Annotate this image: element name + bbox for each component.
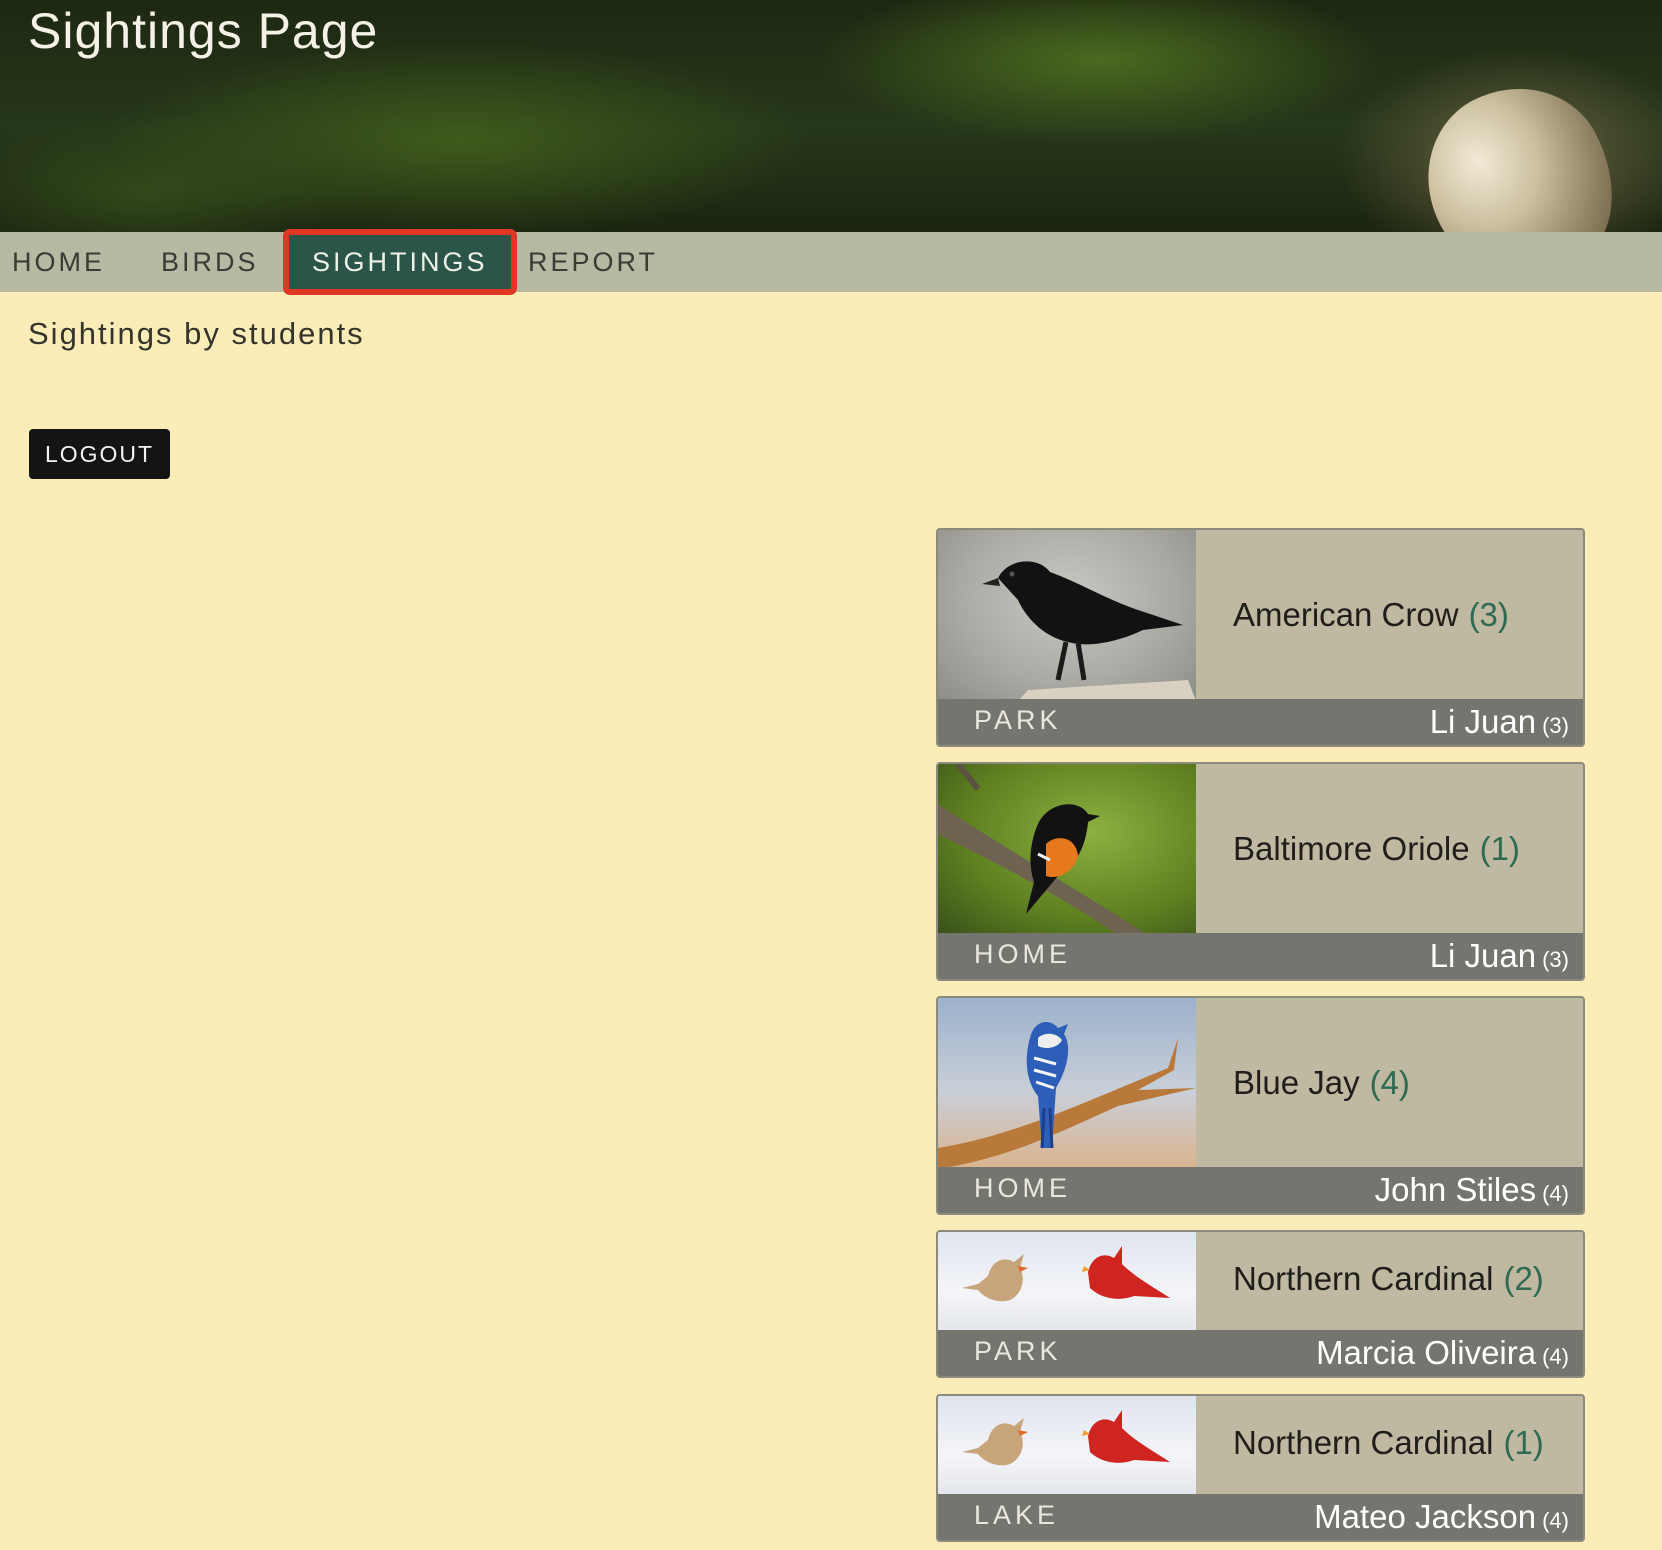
nav-home[interactable]: HOME [12, 232, 105, 292]
bird-name-text: Northern Cardinal [1233, 1260, 1494, 1297]
student-sighting-count: (4) [1542, 1181, 1569, 1206]
bird-name-text: Northern Cardinal [1233, 1424, 1494, 1461]
page-title: Sightings Page [28, 3, 379, 59]
sighting-card[interactable]: American Crow (3) PARK Li Juan (3) [936, 528, 1585, 747]
nav-sightings[interactable]: SIGHTINGS [283, 229, 517, 295]
location-label: HOME [974, 939, 1071, 969]
bird-name: Northern Cardinal (1) [1233, 1424, 1544, 1462]
student-sighting-count: (4) [1542, 1344, 1569, 1369]
bird-sighting-count: (4) [1369, 1064, 1410, 1101]
student-sighting-count: (4) [1542, 1508, 1569, 1533]
bird-sighting-count: (2) [1503, 1260, 1544, 1297]
bird-name-text: Blue Jay [1233, 1064, 1360, 1101]
banner-background-image [1395, 56, 1645, 232]
bird-sighting-count: (1) [1503, 1424, 1544, 1461]
logout-button[interactable]: LOGOUT [29, 429, 170, 479]
blue-jay-photo [938, 998, 1196, 1169]
location-label: LAKE [974, 1500, 1060, 1530]
student-name: Li Juan (3) [1430, 937, 1569, 975]
student-name: Marcia Oliveira (4) [1316, 1334, 1569, 1372]
bird-name: Northern Cardinal (2) [1233, 1260, 1544, 1298]
northern-cardinal-photo [938, 1396, 1196, 1496]
header-banner: Sightings Page [0, 0, 1662, 232]
card-footer: LAKE Mateo Jackson (4) [938, 1494, 1583, 1540]
student-name-text: Mateo Jackson [1314, 1498, 1537, 1535]
nav-birds[interactable]: BIRDS [161, 232, 259, 292]
sighting-card[interactable]: Blue Jay (4) HOME John Stiles (4) [936, 996, 1585, 1215]
student-sighting-count: (3) [1542, 713, 1569, 738]
nav-report[interactable]: REPORT [528, 232, 658, 292]
location-label: PARK [974, 1336, 1062, 1366]
card-footer: PARK Li Juan (3) [938, 699, 1583, 745]
student-name: John Stiles (4) [1375, 1171, 1569, 1209]
student-name-text: Li Juan [1429, 937, 1537, 974]
card-footer: PARK Marcia Oliveira (4) [938, 1330, 1583, 1376]
sighting-card[interactable]: Baltimore Oriole (1) HOME Li Juan (3) [936, 762, 1585, 981]
bird-name: American Crow (3) [1233, 596, 1509, 634]
location-label: PARK [974, 705, 1062, 735]
student-sighting-count: (3) [1542, 947, 1569, 972]
card-footer: HOME Li Juan (3) [938, 933, 1583, 979]
bird-sighting-count: (1) [1479, 830, 1520, 867]
location-label: HOME [974, 1173, 1071, 1203]
bird-name-text: American Crow [1233, 596, 1459, 633]
sighting-card[interactable]: Northern Cardinal (2) PARK Marcia Oliveir… [936, 1230, 1585, 1378]
card-footer: HOME John Stiles (4) [938, 1167, 1583, 1213]
american-crow-photo [938, 530, 1196, 701]
bird-sighting-count: (3) [1468, 596, 1509, 633]
student-name: Mateo Jackson (4) [1314, 1498, 1569, 1536]
main-nav: HOME BIRDS SIGHTINGS REPORT [0, 229, 1662, 295]
student-name-text: Marcia Oliveira [1316, 1334, 1537, 1371]
bird-name: Baltimore Oriole (1) [1233, 830, 1520, 868]
baltimore-oriole-photo [938, 764, 1196, 935]
student-name: Li Juan (3) [1430, 703, 1569, 741]
bird-name: Blue Jay (4) [1233, 1064, 1410, 1102]
student-name-text: Li Juan [1429, 703, 1537, 740]
sighting-card[interactable]: Northern Cardinal (1) LAKE Mateo Jackson(… [936, 1394, 1585, 1542]
bird-name-text: Baltimore Oriole [1233, 830, 1470, 867]
student-name-text: John Stiles [1374, 1171, 1537, 1208]
northern-cardinal-photo [938, 1232, 1196, 1332]
section-subtitle: Sightings by students [28, 316, 365, 351]
